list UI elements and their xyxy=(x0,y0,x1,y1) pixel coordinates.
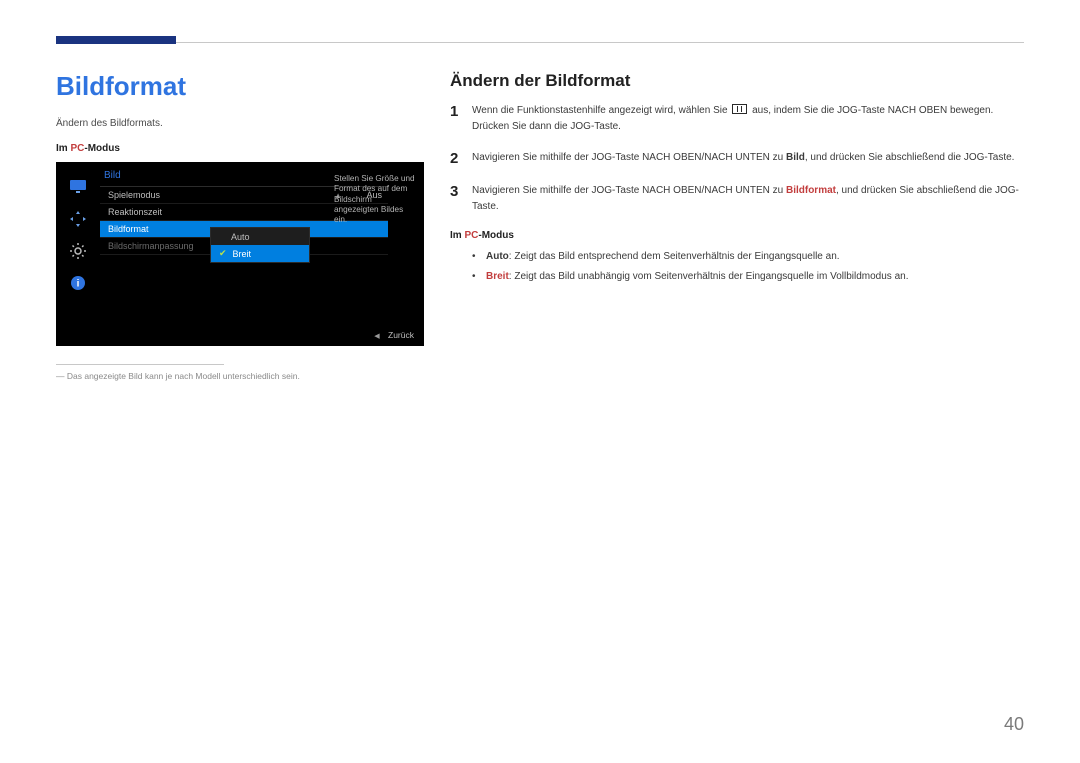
back-triangle-icon: ◀ xyxy=(374,333,379,340)
move-icon xyxy=(67,208,89,230)
page-number: 40 xyxy=(1004,714,1024,735)
footnote-rule xyxy=(56,364,224,365)
monitor-icon xyxy=(67,176,89,198)
step-2: 2 Navigieren Sie mithilfe der JOG-Taste … xyxy=(450,150,1024,167)
bullet-breit: • Breit: Zeigt das Bild unabhängig vom S… xyxy=(472,269,1024,285)
osd-submenu: Auto ✔ Breit xyxy=(210,227,310,263)
osd-sidebar: i xyxy=(64,176,92,294)
bullet-auto: • Auto: Zeigt das Bild entsprechend dem … xyxy=(472,249,1024,265)
section-heading: Ändern der Bildformat xyxy=(450,71,1024,91)
header-accent xyxy=(56,36,176,44)
intro-text: Ändern des Bildformats. xyxy=(56,118,424,129)
page-title: Bildformat xyxy=(56,71,424,102)
osd-footer: ◀ Zurück xyxy=(374,330,414,340)
osd-screenshot: i Bild Spielemodus ▲ Aus Reaktionszeit B… xyxy=(56,162,424,346)
mode-label-right: Im PC-Modus xyxy=(450,230,1024,241)
step-1: 1 Wenn die Funktionstastenhilfe angezeig… xyxy=(450,103,1024,134)
osd-option-breit: ✔ Breit xyxy=(211,245,309,262)
header-rule xyxy=(56,42,1024,43)
osd-help-text: Stellen Sie Größe und Format des auf dem… xyxy=(334,174,416,225)
footnote: ― Das angezeigte Bild kann je nach Model… xyxy=(56,371,424,381)
svg-text:i: i xyxy=(77,279,80,290)
osd-option-auto: Auto xyxy=(211,228,309,245)
step-3: 3 Navigieren Sie mithilfe der JOG-Taste … xyxy=(450,183,1024,214)
gear-icon xyxy=(67,240,89,262)
menu-icon xyxy=(732,104,747,114)
mode-label-left: Im PC-Modus xyxy=(56,143,424,154)
checkmark-icon: ✔ xyxy=(219,248,227,259)
info-icon: i xyxy=(67,272,89,294)
